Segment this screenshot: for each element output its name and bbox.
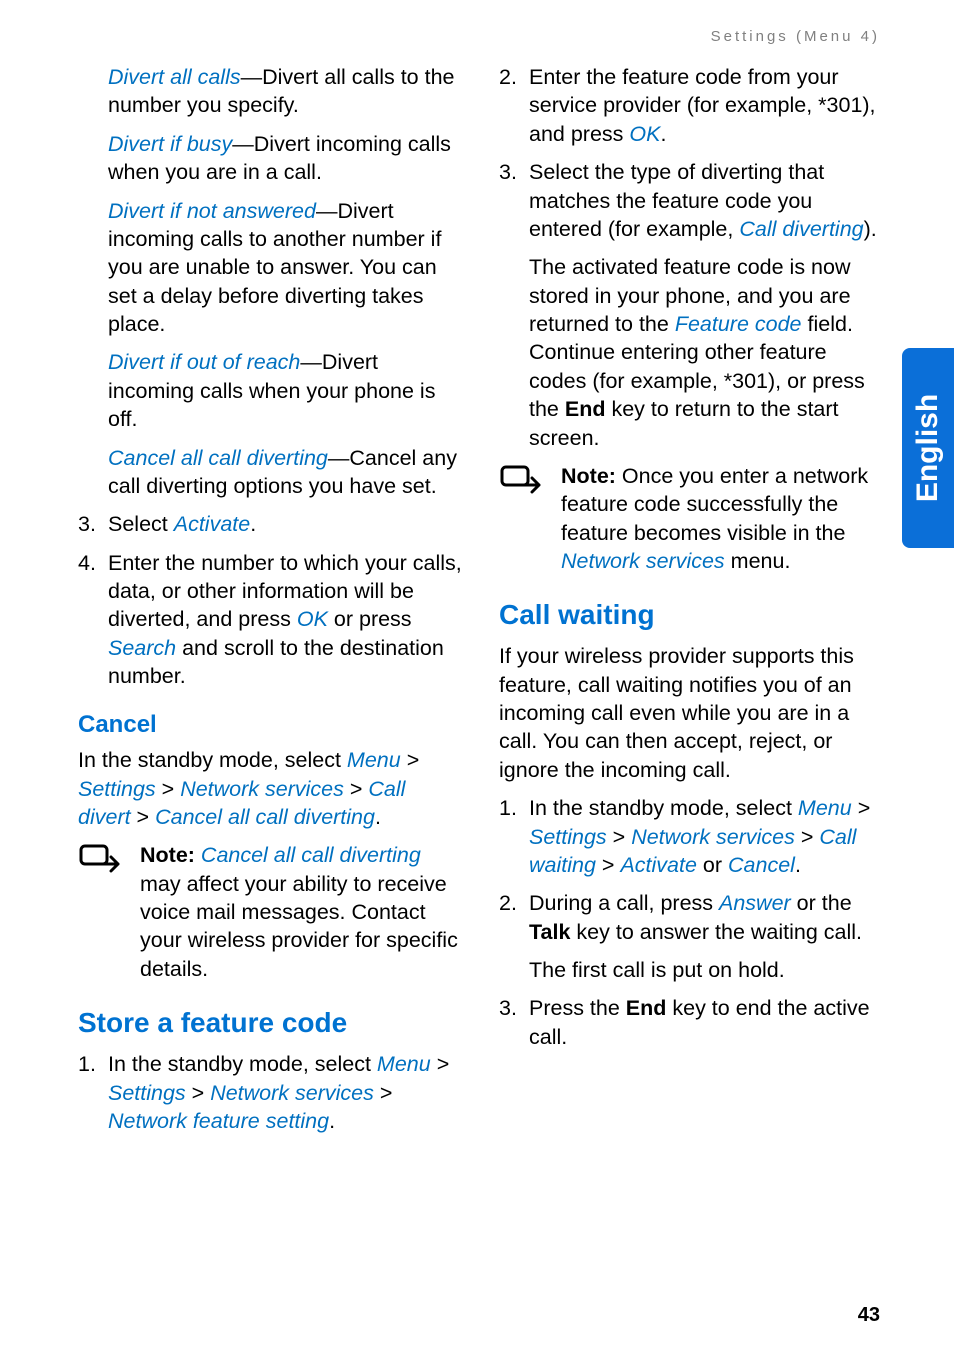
- divert-if-busy: Divert if busy—Divert incoming calls whe…: [78, 130, 463, 187]
- cw-step-2-sub: The first call is put on hold.: [529, 958, 785, 982]
- store-step-2: 2. Enter the feature code from your serv…: [499, 63, 884, 148]
- network-services-term: Network services: [561, 549, 725, 573]
- step-number: 2.: [499, 889, 529, 984]
- right-column: 2. Enter the feature code from your serv…: [499, 63, 884, 1145]
- step-4-enter-number: 4. Enter the number to which your calls,…: [78, 549, 463, 691]
- divert-all-calls: Divert all calls—Divert all calls to the…: [78, 63, 463, 120]
- call-diverting-term: Call diverting: [739, 217, 863, 241]
- step-number: 2.: [499, 63, 529, 148]
- step-body: Enter the number to which your calls, da…: [108, 549, 463, 691]
- term: Divert if not answered: [108, 199, 316, 223]
- step-number: 1.: [78, 1050, 108, 1135]
- end-key: End: [565, 397, 606, 421]
- divert-if-not-answered: Divert if not answered—Divert incoming c…: [78, 197, 463, 339]
- content-columns: Divert all calls—Divert all calls to the…: [78, 63, 884, 1145]
- term: Cancel all call diverting: [108, 446, 328, 470]
- step-body: In the standby mode, select Menu > Setti…: [108, 1050, 463, 1135]
- step-body: Select the type of diverting that matche…: [529, 158, 884, 452]
- ok-term: OK: [629, 122, 660, 146]
- note-icon: [499, 462, 561, 576]
- answer-term: Answer: [719, 891, 791, 915]
- note-body: Note: Once you enter a network feature c…: [561, 462, 884, 576]
- step-body: In the standby mode, select Menu > Setti…: [529, 794, 884, 879]
- step-body: Select Activate.: [108, 510, 463, 538]
- left-column: Divert all calls—Divert all calls to the…: [78, 63, 463, 1145]
- search-term: Search: [108, 636, 176, 660]
- running-header: Settings (Menu 4): [78, 28, 884, 45]
- cancel-paragraph: In the standby mode, select Menu > Setti…: [78, 746, 463, 831]
- step-number: 4.: [78, 549, 108, 691]
- step-body: Press the End key to end the active call…: [529, 994, 884, 1051]
- end-key: End: [626, 996, 667, 1020]
- feature-code-note: Note: Once you enter a network feature c…: [499, 462, 884, 576]
- cancel-heading: Cancel: [78, 709, 463, 741]
- cw-step-1: 1. In the standby mode, select Menu > Se…: [499, 794, 884, 879]
- feature-code-term: Feature code: [675, 312, 802, 336]
- store-step-1: 1. In the standby mode, select Menu > Se…: [78, 1050, 463, 1135]
- step-number: 3.: [499, 994, 529, 1051]
- activate-term: Activate: [174, 512, 250, 536]
- note-body: Note: Cancel all call diverting may affe…: [140, 841, 463, 983]
- note-label: Note:: [561, 464, 616, 488]
- call-waiting-paragraph: If your wireless provider supports this …: [499, 642, 884, 784]
- term: Divert all calls: [108, 65, 241, 89]
- divert-if-out-of-reach: Divert if out of reach—Divert incoming c…: [78, 348, 463, 433]
- term: Divert if out of reach: [108, 350, 300, 374]
- cancel-note: Note: Cancel all call diverting may affe…: [78, 841, 463, 983]
- page-number: 43: [858, 1304, 880, 1327]
- language-tab: English: [902, 348, 954, 548]
- step-body: Enter the feature code from your service…: [529, 63, 884, 148]
- store-step-3: 3. Select the type of diverting that mat…: [499, 158, 884, 452]
- cw-step-3: 3. Press the End key to end the active c…: [499, 994, 884, 1051]
- step-number: 3.: [78, 510, 108, 538]
- step-body: During a call, press Answer or the Talk …: [529, 889, 884, 984]
- note-label: Note:: [140, 843, 195, 867]
- store-feature-code-heading: Store a feature code: [78, 1005, 463, 1042]
- step-3-activate: 3. Select Activate.: [78, 510, 463, 538]
- step-number: 1.: [499, 794, 529, 879]
- cw-step-2: 2. During a call, press Answer or the Ta…: [499, 889, 884, 984]
- note-term: Cancel all call diverting: [195, 843, 421, 867]
- cancel-all-diverting: Cancel all call diverting—Cancel any cal…: [78, 444, 463, 501]
- term: Divert if busy: [108, 132, 232, 156]
- step-number: 3.: [499, 158, 529, 452]
- ok-term: OK: [297, 607, 328, 631]
- talk-key: Talk: [529, 920, 570, 944]
- note-icon: [78, 841, 140, 983]
- call-waiting-heading: Call waiting: [499, 597, 884, 634]
- language-label: English: [911, 394, 945, 502]
